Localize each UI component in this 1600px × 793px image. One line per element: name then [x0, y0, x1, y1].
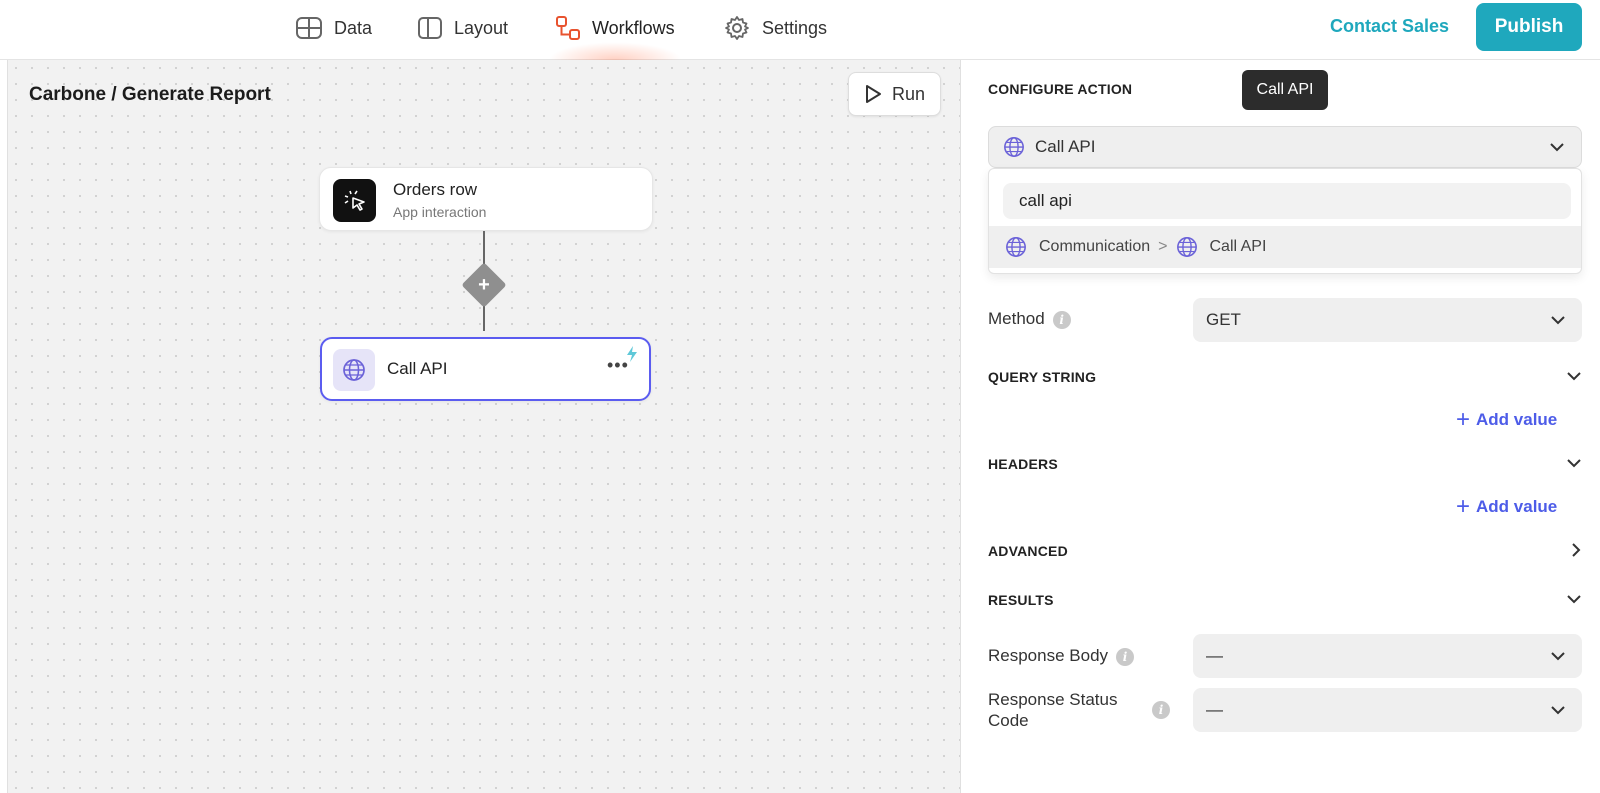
action-icon-box — [333, 349, 375, 391]
run-button[interactable]: Run — [848, 72, 941, 116]
response-body-value: — — [1206, 646, 1223, 665]
contact-sales-link[interactable]: Contact Sales — [1330, 16, 1449, 37]
response-body-select[interactable]: — — [1193, 634, 1582, 678]
nav-workflows-label: Workflows — [592, 17, 675, 38]
chevron-right-icon[interactable] — [1570, 542, 1582, 558]
trigger-node[interactable]: Orders row App interaction — [319, 167, 653, 231]
chevron-down-icon[interactable] — [1566, 370, 1582, 382]
tooltip: Call API — [1242, 70, 1328, 110]
search-result-item[interactable]: Communication > Call API — [989, 226, 1581, 268]
nav-settings-label: Settings — [762, 17, 828, 38]
info-icon[interactable]: i — [1116, 647, 1135, 666]
chevron-down-icon — [1550, 143, 1564, 152]
response-status-label: Response Status Code — [988, 689, 1117, 731]
response-status-label-line2: Code — [988, 711, 1029, 730]
bolt-icon — [627, 346, 637, 362]
nav-data[interactable]: Data — [296, 0, 372, 56]
action-search-input[interactable] — [1003, 183, 1571, 219]
nav-data-label: Data — [334, 17, 373, 38]
gear-icon — [725, 16, 749, 40]
globe-icon — [1004, 137, 1024, 157]
method-select[interactable]: GET — [1193, 298, 1582, 342]
action-select-value: Call API — [1035, 137, 1096, 156]
query-string-heading[interactable]: QUERY STRING — [988, 369, 1096, 385]
method-label-text: Method — [988, 309, 1045, 328]
action-node[interactable]: Call API ••• — [320, 337, 651, 401]
globe-icon — [1176, 237, 1197, 257]
configure-action-heading: CONFIGURE ACTION — [988, 81, 1133, 97]
chevron-right-icon: > — [1158, 238, 1168, 255]
info-icon[interactable]: i — [1152, 701, 1170, 719]
add-query-value-button[interactable]: + Add value — [1456, 406, 1557, 434]
add-value-label: Add value — [1476, 410, 1558, 429]
table-icon — [296, 17, 322, 39]
response-status-label-line1: Response Status — [988, 690, 1118, 709]
plus-icon: + — [1456, 493, 1471, 520]
add-value-label: Add value — [1476, 497, 1558, 516]
nav-layout[interactable]: Layout — [418, 0, 508, 56]
nav-workflows[interactable]: Workflows — [556, 0, 675, 56]
response-status-value: — — [1206, 700, 1223, 719]
globe-icon — [1006, 237, 1026, 257]
plus-icon[interactable]: + — [468, 269, 500, 301]
add-header-value-button[interactable]: + Add value — [1456, 493, 1557, 521]
chevron-down-icon — [1551, 706, 1565, 715]
workflow-canvas[interactable]: Carbone / Generate Report Run Orders row… — [7, 60, 961, 793]
action-select[interactable]: Call API — [988, 126, 1582, 168]
plus-icon: + — [1456, 406, 1471, 433]
response-body-label: Response Body i — [988, 646, 1135, 666]
headers-heading[interactable]: HEADERS — [988, 456, 1058, 472]
top-bar: Data Layout Workflows Settings Contact S… — [0, 0, 1600, 60]
method-value: GET — [1206, 310, 1241, 329]
workflow-title: Carbone / Generate Report — [29, 84, 271, 105]
info-icon[interactable]: i — [1052, 310, 1071, 329]
chevron-down-icon — [1551, 652, 1565, 661]
nav-layout-label: Layout — [454, 17, 509, 38]
run-label: Run — [891, 83, 926, 104]
chevron-down-icon — [1551, 316, 1565, 325]
trigger-icon-box — [333, 179, 376, 222]
action-node-title: Call API — [387, 359, 448, 378]
trigger-node-subtitle: App interaction — [393, 204, 487, 220]
advanced-heading[interactable]: ADVANCED — [988, 543, 1068, 559]
workflow-icon — [556, 16, 580, 40]
result-category: Communication — [1039, 238, 1151, 255]
trigger-node-title: Orders row — [393, 180, 478, 199]
response-status-select[interactable]: — — [1193, 688, 1582, 732]
nav-settings[interactable]: Settings — [724, 0, 827, 56]
globe-icon — [343, 359, 365, 381]
results-heading[interactable]: RESULTS — [988, 592, 1054, 608]
chevron-down-icon[interactable] — [1566, 593, 1582, 605]
result-action: Call API — [1209, 238, 1267, 255]
publish-button[interactable]: Publish — [1476, 3, 1582, 51]
layout-icon — [418, 17, 442, 39]
play-icon — [865, 85, 881, 103]
action-dropdown: Communication > Call API — [988, 168, 1582, 274]
response-body-label-text: Response Body — [988, 646, 1109, 665]
cursor-click-icon — [344, 190, 365, 211]
chevron-down-icon[interactable] — [1566, 457, 1582, 469]
method-label: Method i — [988, 309, 1071, 329]
